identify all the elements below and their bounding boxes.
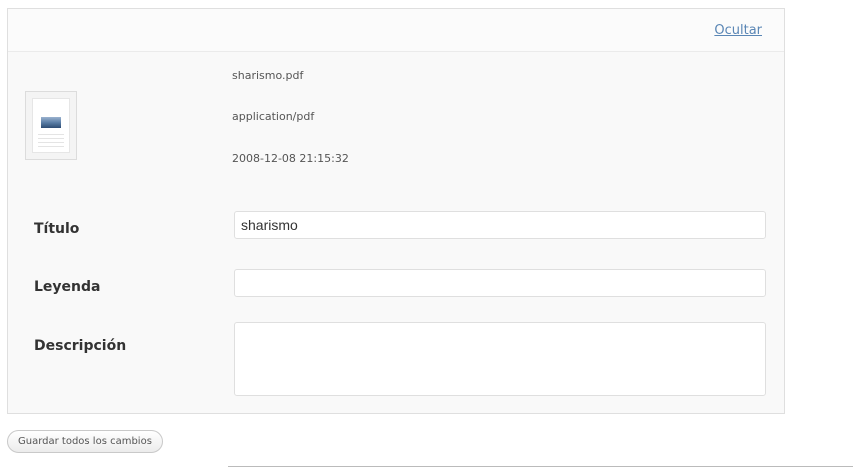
save-all-changes-button[interactable]: Guardar todos los cambios (7, 430, 163, 453)
description-field[interactable] (234, 322, 766, 396)
caption-field[interactable] (234, 269, 766, 297)
attachment-panel: Ocultar sharismo.pdf application/pdf 200… (7, 8, 785, 414)
description-label: Descripción (34, 338, 127, 354)
hide-link[interactable]: Ocultar (714, 23, 762, 38)
caption-label: Leyenda (34, 279, 101, 295)
file-name: sharismo.pdf (232, 69, 304, 82)
pdf-thumbnail-icon (25, 91, 77, 160)
title-label: Título (34, 221, 80, 237)
file-upload-date: 2008-12-08 21:15:32 (232, 152, 349, 165)
thumbnail-text-lines (38, 134, 64, 135)
thumbnail-image (41, 117, 61, 128)
file-mime-type: application/pdf (232, 110, 315, 123)
thumbnail-page (32, 98, 70, 153)
title-field[interactable] (234, 211, 766, 239)
bottom-divider (228, 466, 853, 467)
panel-header: Ocultar (8, 9, 784, 52)
